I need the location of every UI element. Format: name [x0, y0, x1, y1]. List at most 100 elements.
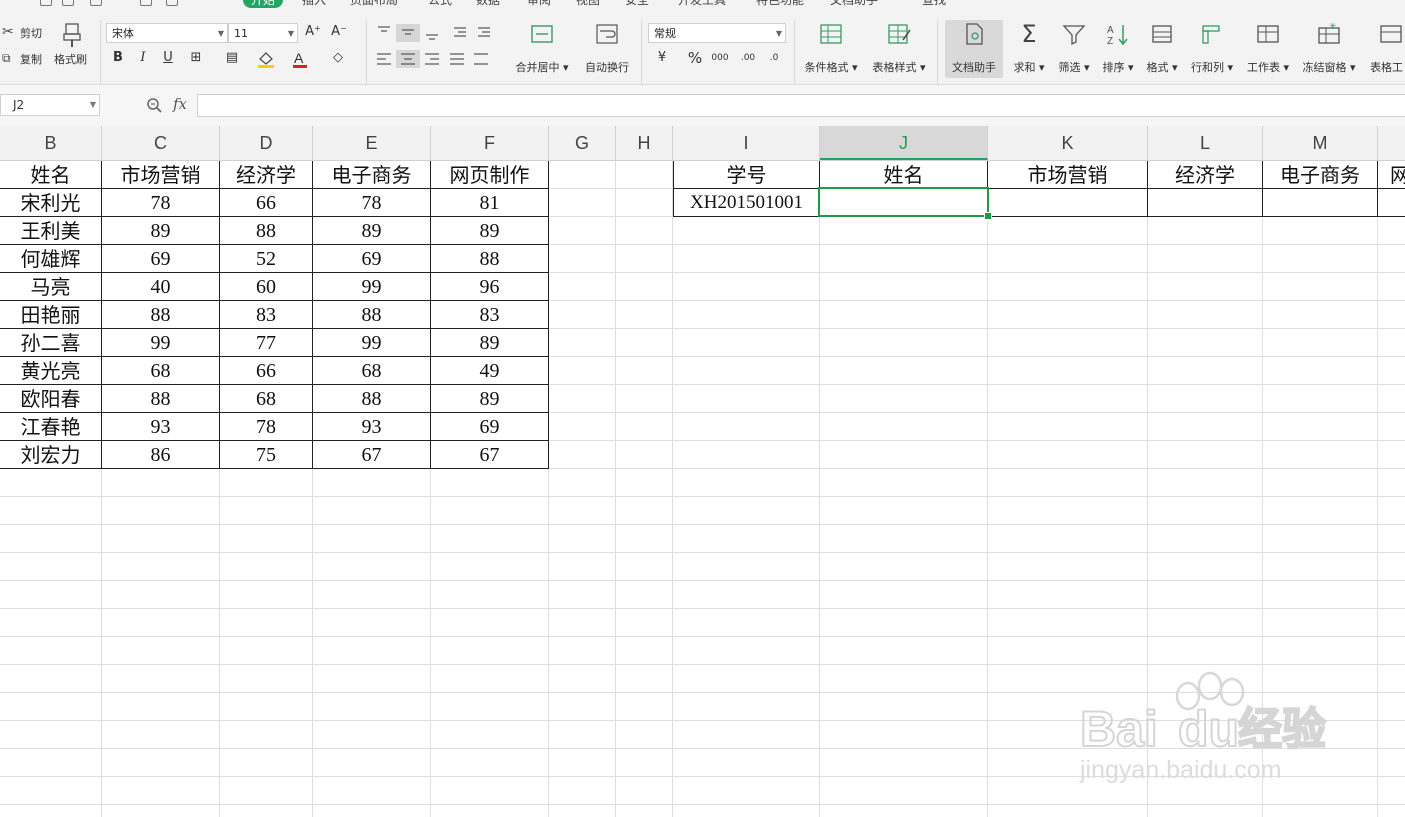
new-file-icon[interactable] [40, 0, 52, 6]
currency-icon[interactable]: ¥ [652, 49, 672, 67]
fill-pattern-icon[interactable]: ▤ [222, 49, 242, 67]
column-header-j[interactable]: J [820, 126, 988, 160]
tab-search[interactable]: 查找 [922, 0, 946, 8]
left-table-header-cell[interactable]: 经济学 [220, 161, 313, 189]
tab-doc-assistant[interactable]: 文档助手 [830, 0, 878, 8]
left-table-header-cell[interactable]: 网页制作 [431, 161, 549, 189]
fx-icon[interactable]: fx [173, 95, 187, 113]
student-id-cell[interactable]: XH201501001 [673, 189, 820, 217]
left-table-score-cell[interactable]: 66 [220, 189, 313, 217]
tab-view[interactable]: 视图 [576, 0, 600, 8]
tab-review[interactable]: 审阅 [527, 0, 551, 8]
freeze-panes-button[interactable]: ✳ 冻结窗格 ▾ [1298, 20, 1360, 80]
left-table-score-cell[interactable]: 75 [220, 441, 313, 469]
tab-formulas[interactable]: 公式 [428, 0, 452, 8]
formula-input[interactable] [197, 94, 1405, 117]
left-table-name-cell[interactable]: 欧阳春 [0, 385, 102, 413]
left-table-score-cell[interactable]: 78 [313, 189, 431, 217]
format-painter-icon[interactable] [62, 22, 82, 48]
left-table-score-cell[interactable]: 89 [431, 329, 549, 357]
left-table-score-cell[interactable]: 99 [313, 329, 431, 357]
sort-button[interactable]: A Z 排序 ▾ [1098, 20, 1138, 80]
preview-icon[interactable] [166, 0, 178, 6]
fill-handle[interactable] [984, 212, 992, 220]
filter-button[interactable]: 筛选 ▾ [1054, 20, 1094, 80]
left-table-score-cell[interactable]: 86 [102, 441, 220, 469]
sum-button[interactable]: Σ 求和 ▾ [1009, 20, 1049, 80]
decrease-font-icon[interactable]: A⁻ [329, 23, 349, 41]
print-icon[interactable] [140, 0, 152, 6]
left-table-name-cell[interactable]: 田艳丽 [0, 301, 102, 329]
bold-icon[interactable]: B [108, 49, 128, 67]
left-table-name-cell[interactable]: 江春艳 [0, 413, 102, 441]
column-header-l[interactable]: L [1148, 126, 1263, 160]
format-button[interactable]: 格式 ▾ [1142, 20, 1182, 80]
left-table-score-cell[interactable]: 89 [431, 385, 549, 413]
left-table-score-cell[interactable]: 88 [313, 385, 431, 413]
left-table-header-cell[interactable]: 电子商务 [313, 161, 431, 189]
left-table-score-cell[interactable]: 96 [431, 273, 549, 301]
left-table-score-cell[interactable]: 88 [102, 301, 220, 329]
column-header-c[interactable]: C [102, 126, 220, 160]
row-col-button[interactable]: 行和列 ▾ [1188, 20, 1236, 80]
right-table-value-cell[interactable] [1148, 189, 1263, 217]
left-table-score-cell[interactable]: 88 [431, 245, 549, 273]
cut-button[interactable]: 剪切 [20, 25, 42, 41]
left-table-score-cell[interactable]: 60 [220, 273, 313, 301]
column-header-k[interactable]: K [988, 126, 1148, 160]
column-header-e[interactable]: E [313, 126, 431, 160]
column-header-g[interactable]: G [549, 126, 616, 160]
left-table-score-cell[interactable]: 69 [313, 245, 431, 273]
left-table-name-cell[interactable]: 刘宏力 [0, 441, 102, 469]
column-header-b[interactable]: B [0, 126, 102, 160]
number-format-select[interactable]: 常规 ▼ [648, 23, 786, 43]
column-header-next[interactable] [1378, 126, 1405, 160]
italic-icon[interactable]: I [133, 49, 153, 67]
left-table-header-cell[interactable]: 姓名 [0, 161, 102, 189]
left-table-score-cell[interactable]: 67 [431, 441, 549, 469]
right-table-header-cell[interactable]: 姓名 [820, 161, 988, 189]
doc-assistant-button[interactable]: 文档助手 [945, 20, 1003, 78]
table-tools-button[interactable]: 表格工 [1366, 20, 1405, 80]
horizontal-align-icons[interactable] [374, 50, 502, 68]
increase-font-icon[interactable]: A⁺ [303, 23, 323, 41]
left-table-score-cell[interactable]: 93 [313, 413, 431, 441]
left-table-score-cell[interactable]: 40 [102, 273, 220, 301]
left-table-name-cell[interactable]: 黄光亮 [0, 357, 102, 385]
left-table-score-cell[interactable]: 77 [220, 329, 313, 357]
wrap-text-button[interactable]: 自动换行 [580, 20, 634, 80]
open-file-icon[interactable] [62, 0, 74, 6]
right-table-value-cell[interactable] [988, 189, 1148, 217]
left-table-name-cell[interactable]: 孙二喜 [0, 329, 102, 357]
right-table-header-cell[interactable]: 电子商务 [1263, 161, 1378, 189]
column-header-d[interactable]: D [220, 126, 313, 160]
scissors-icon[interactable]: ✂ [2, 25, 14, 39]
copy-button[interactable]: 复制 [20, 51, 42, 67]
left-table-score-cell[interactable]: 68 [102, 357, 220, 385]
worksheet-button[interactable]: 工作表 ▾ [1244, 20, 1292, 80]
left-table-name-cell[interactable]: 王利美 [0, 217, 102, 245]
right-table-header-cell[interactable]: 网 [1378, 161, 1405, 189]
right-table-header-cell[interactable]: 市场营销 [988, 161, 1148, 189]
left-table-name-cell[interactable]: 何雄辉 [0, 245, 102, 273]
left-table-header-cell[interactable]: 市场营销 [102, 161, 220, 189]
border-icon[interactable]: ⊞ [186, 49, 206, 67]
left-table-score-cell[interactable]: 69 [431, 413, 549, 441]
left-table-score-cell[interactable]: 88 [102, 385, 220, 413]
percent-icon[interactable]: % [685, 49, 705, 67]
column-header-i[interactable]: I [673, 126, 820, 160]
left-table-score-cell[interactable]: 89 [431, 217, 549, 245]
left-table-name-cell[interactable]: 宋利光 [0, 189, 102, 217]
left-table-score-cell[interactable]: 78 [102, 189, 220, 217]
left-table-score-cell[interactable]: 99 [313, 273, 431, 301]
thousands-icon[interactable]: 000 [710, 49, 730, 67]
tab-insert[interactable]: 插入 [302, 0, 326, 8]
selected-cell-j2[interactable] [818, 187, 989, 217]
left-table-score-cell[interactable]: 88 [313, 301, 431, 329]
left-table-score-cell[interactable]: 89 [313, 217, 431, 245]
font-color-icon[interactable]: A [291, 50, 311, 70]
zoom-icon[interactable] [145, 96, 163, 114]
font-size-select[interactable]: 11 ▼ [228, 23, 298, 43]
left-table-score-cell[interactable]: 52 [220, 245, 313, 273]
copy-icon[interactable]: ⧉ [2, 51, 11, 65]
